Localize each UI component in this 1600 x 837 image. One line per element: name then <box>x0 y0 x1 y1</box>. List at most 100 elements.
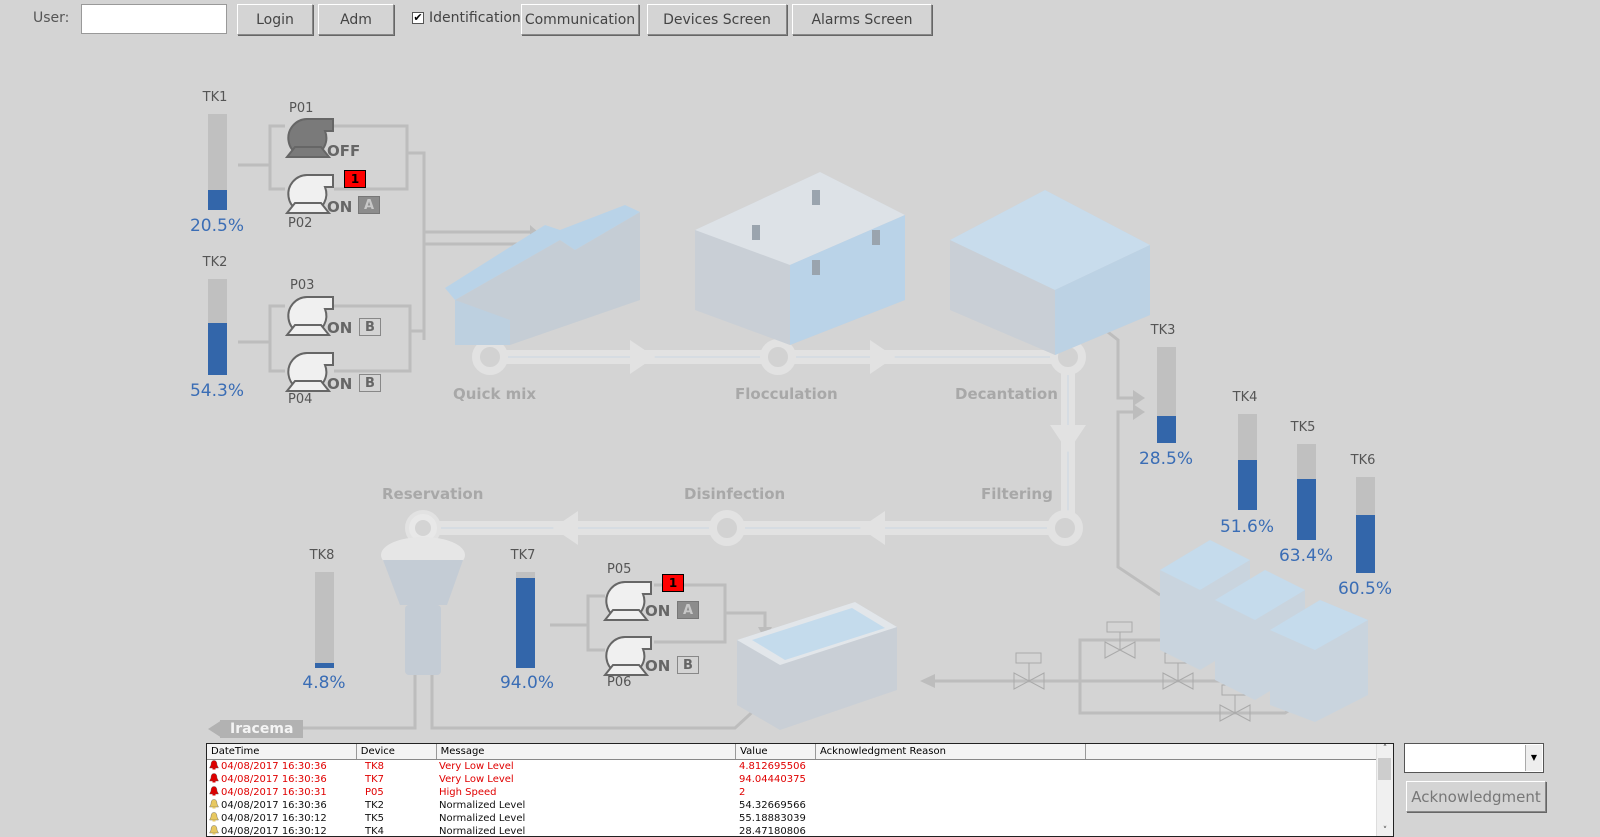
quick-mix-channel-icon <box>445 205 640 345</box>
flow-arrows <box>553 340 1086 545</box>
alarm-table-header: DateTime Device Message Value Acknowledg… <box>207 744 1393 760</box>
cell-message: High Speed <box>439 787 497 798</box>
stage-label-filtering: Filtering <box>981 485 1053 503</box>
tank-level-value: 94.0% <box>499 673 554 693</box>
pump-alarm-badge[interactable]: 1 <box>344 170 366 188</box>
cell-datetime: 04/08/2017 16:30:31 <box>207 786 357 799</box>
tank-level-value: 20.5% <box>189 216 244 236</box>
pump-state: ON <box>327 198 353 216</box>
cell-device: TK7 <box>365 774 385 785</box>
tank-name: TK8 <box>309 548 335 563</box>
reservoir-tower-icon <box>381 514 465 675</box>
chevron-down-icon[interactable]: ▼ <box>1525 745 1542 771</box>
stage-label-flocculation: Flocculation <box>735 385 838 403</box>
alarm-table[interactable]: DateTime Device Message Value Acknowledg… <box>206 743 1394 837</box>
column-header-device[interactable]: Device <box>357 744 437 759</box>
cell-device: TK5 <box>365 813 385 824</box>
alarm-row[interactable]: 04/08/2017 16:30:36 TK8 Very Low Level 4.81… <box>207 760 1393 773</box>
tank-level-fill <box>208 322 227 375</box>
tank-level-fill <box>1238 460 1257 510</box>
tank-level-fill <box>1157 415 1176 443</box>
cell-datetime: 04/08/2017 16:30:36 <box>207 799 357 812</box>
alarm-table-scrollbar[interactable]: ˄ ˅ <box>1376 744 1393 836</box>
scroll-thumb[interactable] <box>1378 758 1391 780</box>
tank-level-fill <box>315 663 334 668</box>
stage-label-disinfection: Disinfection <box>684 485 786 503</box>
tank-name: TK7 <box>510 548 536 563</box>
alarm-table-body: 04/08/2017 16:30:36 TK8 Very Low Level 4.81… <box>207 760 1393 837</box>
cell-device: P05 <box>365 787 384 798</box>
tank-level-bar <box>1297 444 1316 540</box>
pump-state: OFF <box>327 142 361 160</box>
tank-level-bar <box>208 279 227 375</box>
pump-mode-badge: A <box>677 601 699 619</box>
cell-ack-reason <box>817 760 1087 773</box>
pump-name: P04 <box>288 392 313 407</box>
decantation-tank-icon <box>950 190 1150 355</box>
flocculation-tank-icon <box>695 172 905 345</box>
alarm-bell-icon <box>209 799 219 809</box>
tank-level-value: 63.4% <box>1278 546 1333 566</box>
cell-message: Very Low Level <box>439 774 514 785</box>
scroll-up-icon[interactable]: ˄ <box>1377 744 1393 754</box>
column-header-value[interactable]: Value <box>736 744 816 759</box>
pump-state: ON <box>645 602 671 620</box>
stage-label-reservation: Reservation <box>382 485 484 503</box>
cell-datetime: 04/08/2017 16:30:12 <box>207 812 357 825</box>
tank-name: TK6 <box>1350 453 1376 468</box>
stage-label-quick-mix: Quick mix <box>453 385 537 403</box>
alarm-bell-icon <box>209 773 219 783</box>
tank-level-value: 54.3% <box>189 381 244 401</box>
cell-ack-reason <box>817 825 1087 836</box>
cell-message: Very Low Level <box>439 761 514 772</box>
pump-name: P06 <box>607 675 632 690</box>
tank-name: TK5 <box>1290 420 1316 435</box>
pump-mode-badge: B <box>677 656 699 674</box>
stage-label-decantation: Decantation <box>955 385 1058 403</box>
pump-alarm-badge[interactable]: 1 <box>662 574 684 592</box>
storage-tank-icon <box>737 602 897 730</box>
tank-level-bar <box>1157 347 1176 443</box>
alarm-row[interactable]: 04/08/2017 16:30:12 TK5 Normalized Level 55… <box>207 812 1393 825</box>
alarm-row[interactable]: 04/08/2017 16:30:12 TK4 Normalized Level 28… <box>207 825 1393 837</box>
tank-level-fill <box>1297 479 1316 540</box>
tank-level-value: 4.8% <box>302 673 346 693</box>
alarm-row[interactable]: 04/08/2017 16:30:36 TK2 Normalized Level 54… <box>207 799 1393 812</box>
cell-ack-reason <box>817 812 1087 825</box>
alarm-bell-icon <box>209 825 219 835</box>
pump-name: P05 <box>607 562 632 577</box>
cell-datetime: 04/08/2017 16:30:36 <box>207 773 357 786</box>
pump-name: P02 <box>288 216 313 231</box>
cell-value: 28.47180806 <box>739 826 806 837</box>
column-header-message[interactable]: Message <box>437 744 737 759</box>
tank-level-bar <box>516 572 535 668</box>
tank-name: TK2 <box>202 255 228 270</box>
alarm-row[interactable]: 04/08/2017 16:30:36 TK7 Very Low Level 94.0… <box>207 773 1393 786</box>
cell-value: 54.32669566 <box>739 800 806 811</box>
column-header-datetime[interactable]: DateTime <box>207 744 357 759</box>
outlet-label: Iracema <box>220 720 304 738</box>
pump-mode-badge: A <box>358 196 380 214</box>
cell-device: TK8 <box>365 761 385 772</box>
pump-mode-badge: B <box>359 374 381 392</box>
cell-ack-reason <box>817 786 1087 799</box>
alarm-row[interactable]: 04/08/2017 16:30:31 P05 High Speed 2 <box>207 786 1393 799</box>
cell-device: TK2 <box>365 800 385 811</box>
column-header-ack-reason[interactable]: Acknowledgment Reason <box>816 744 1086 759</box>
pump-name: P01 <box>289 101 314 116</box>
cell-datetime: 04/08/2017 16:30:36 <box>207 760 357 773</box>
cell-value: 55.18883039 <box>739 813 806 824</box>
tank-level-value: 60.5% <box>1337 579 1392 599</box>
cell-ack-reason <box>817 773 1087 786</box>
pump-mode-badge: B <box>359 318 381 336</box>
tank-level-value: 51.6% <box>1219 517 1274 537</box>
pump-name: P03 <box>290 278 315 293</box>
acknowledgment-button[interactable]: Acknowledgment <box>1406 781 1546 812</box>
tank-level-fill <box>1356 514 1375 573</box>
process-diagram <box>238 118 1368 730</box>
cell-value: 94.04440375 <box>739 774 806 785</box>
scroll-down-icon[interactable]: ˅ <box>1377 826 1393 836</box>
ack-reason-select[interactable]: ▼ <box>1404 743 1544 773</box>
column-header-extra[interactable] <box>1086 744 1393 759</box>
cell-datetime: 04/08/2017 16:30:12 <box>207 825 357 836</box>
